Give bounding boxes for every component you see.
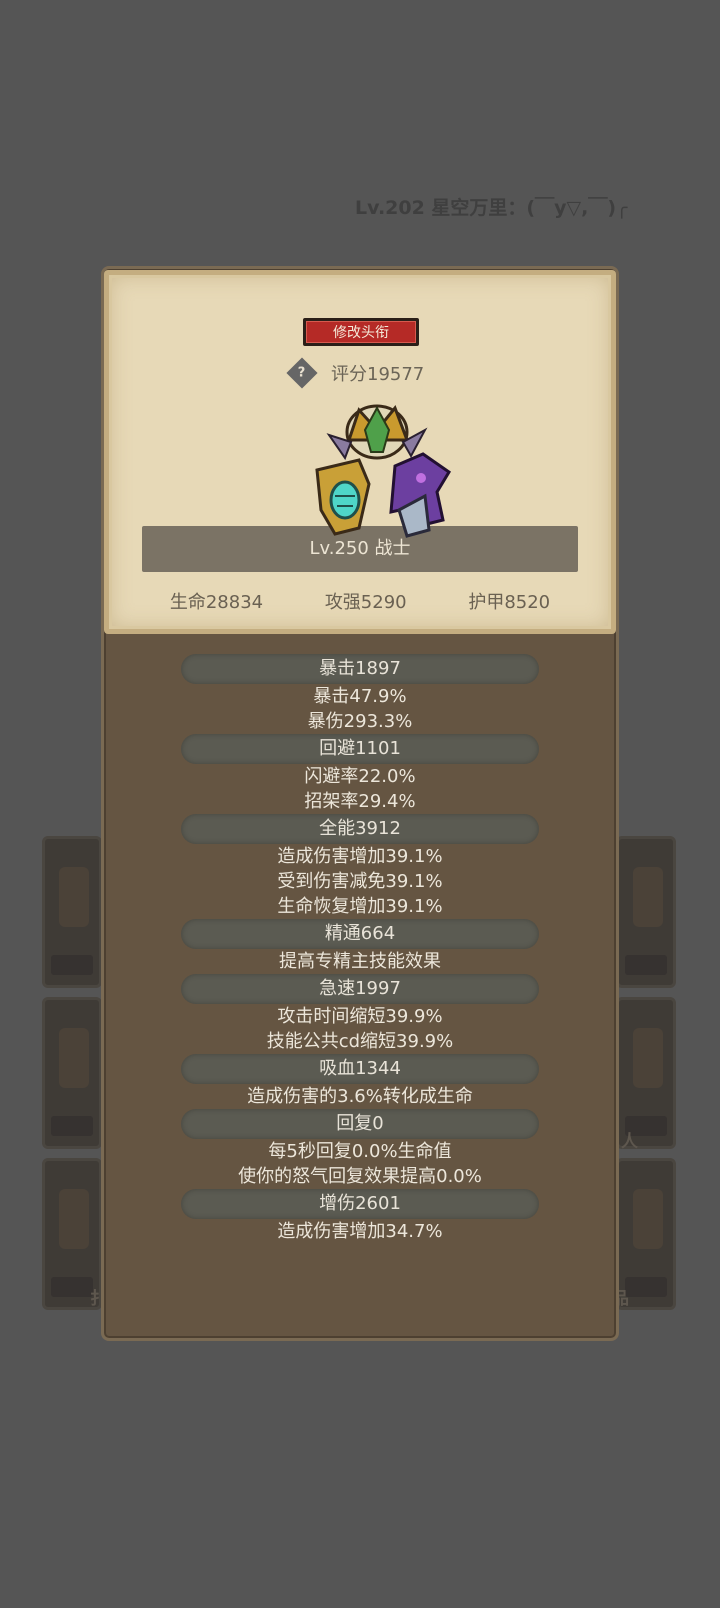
stat-detail: 招架率29.4% bbox=[304, 791, 416, 812]
stat-detail: 造成伤害增加39.1% bbox=[277, 846, 443, 867]
stat-header: 增伤2601 bbox=[181, 1189, 539, 1219]
secondary-stat-list[interactable]: 暴击1897 暴击47.9% 暴伤293.3% 回避1101 闪避率22.0% … bbox=[101, 654, 619, 1244]
background-slot-label-right-2: 人 bbox=[621, 1132, 638, 1152]
stat-header: 全能3912 bbox=[181, 814, 539, 844]
stat-group-haste: 急速1997 攻击时间缩短39.9% 技能公共cd缩短39.9% bbox=[101, 974, 619, 1054]
stat-header: 暴击1897 bbox=[181, 654, 539, 684]
stat-detail: 造成伤害增加34.7% bbox=[277, 1221, 443, 1242]
stat-detail: 闪避率22.0% bbox=[304, 766, 416, 787]
score-label: 评分19577 bbox=[331, 364, 425, 385]
stat-group-leech: 吸血1344 造成伤害的3.6%转化成生命 bbox=[101, 1054, 619, 1109]
equipment-slot-left-2[interactable] bbox=[42, 997, 102, 1149]
stat-group-avoidance: 回避1101 闪避率22.0% 招架率29.4% bbox=[101, 734, 619, 814]
stat-armor: 护甲8520 bbox=[468, 592, 551, 613]
equipment-slot-right-1[interactable] bbox=[616, 836, 676, 988]
stat-detail: 技能公共cd缩短39.9% bbox=[266, 1031, 454, 1052]
stat-detail: 使你的怒气回复效果提高0.0% bbox=[238, 1166, 482, 1187]
rename-title-button[interactable]: 修改头衔 bbox=[303, 318, 419, 346]
stat-group-regen: 回复0 每5秒回复0.0%生命值 使你的怒气回复效果提高0.0% bbox=[101, 1109, 619, 1189]
stat-detail: 暴伤293.3% bbox=[307, 711, 413, 732]
stat-header: 精通664 bbox=[181, 919, 539, 949]
stat-group-mastery: 精通664 提高专精主技能效果 bbox=[101, 919, 619, 974]
background-player-title: Lv.202 星空万里：(￣y▽,￣)╭ bbox=[355, 197, 628, 219]
stat-detail: 每5秒回复0.0%生命值 bbox=[268, 1141, 452, 1162]
warrior-avatar-icon bbox=[315, 404, 452, 538]
stat-detail: 攻击时间缩短39.9% bbox=[277, 1006, 443, 1027]
help-icon-glyph: ? bbox=[298, 365, 306, 381]
stat-detail: 生命恢复增加39.1% bbox=[277, 896, 443, 917]
stat-hp: 生命28834 bbox=[169, 592, 264, 613]
stat-attack-power: 攻强5290 bbox=[324, 592, 407, 613]
help-icon[interactable]: ? bbox=[286, 357, 318, 389]
main-stats-row: 生命28834 攻强5290 护甲8520 bbox=[109, 588, 611, 614]
stat-detail: 暴击47.9% bbox=[313, 686, 407, 707]
stat-header: 吸血1344 bbox=[181, 1054, 539, 1084]
stat-group-damage-bonus: 增伤2601 造成伤害增加34.7% bbox=[101, 1189, 619, 1244]
equipment-slot-left-1[interactable] bbox=[42, 836, 102, 988]
stat-group-versatility: 全能3912 造成伤害增加39.1% 受到伤害减免39.1% 生命恢复增加39.… bbox=[101, 814, 619, 919]
stat-detail: 提高专精主技能效果 bbox=[279, 951, 441, 972]
stat-group-crit: 暴击1897 暴击47.9% 暴伤293.3% bbox=[101, 654, 619, 734]
stat-detail: 造成伤害的3.6%转化成生命 bbox=[247, 1086, 473, 1107]
character-card: 修改头衔 ? 评分19577 Lv.250 战士 生命28834 攻强5290 … bbox=[104, 270, 616, 634]
stat-header: 回避1101 bbox=[181, 734, 539, 764]
stat-header: 回复0 bbox=[181, 1109, 539, 1139]
stat-detail: 受到伤害减免39.1% bbox=[277, 871, 443, 892]
score-row: ? 评分19577 bbox=[286, 357, 425, 389]
stat-header: 急速1997 bbox=[181, 974, 539, 1004]
